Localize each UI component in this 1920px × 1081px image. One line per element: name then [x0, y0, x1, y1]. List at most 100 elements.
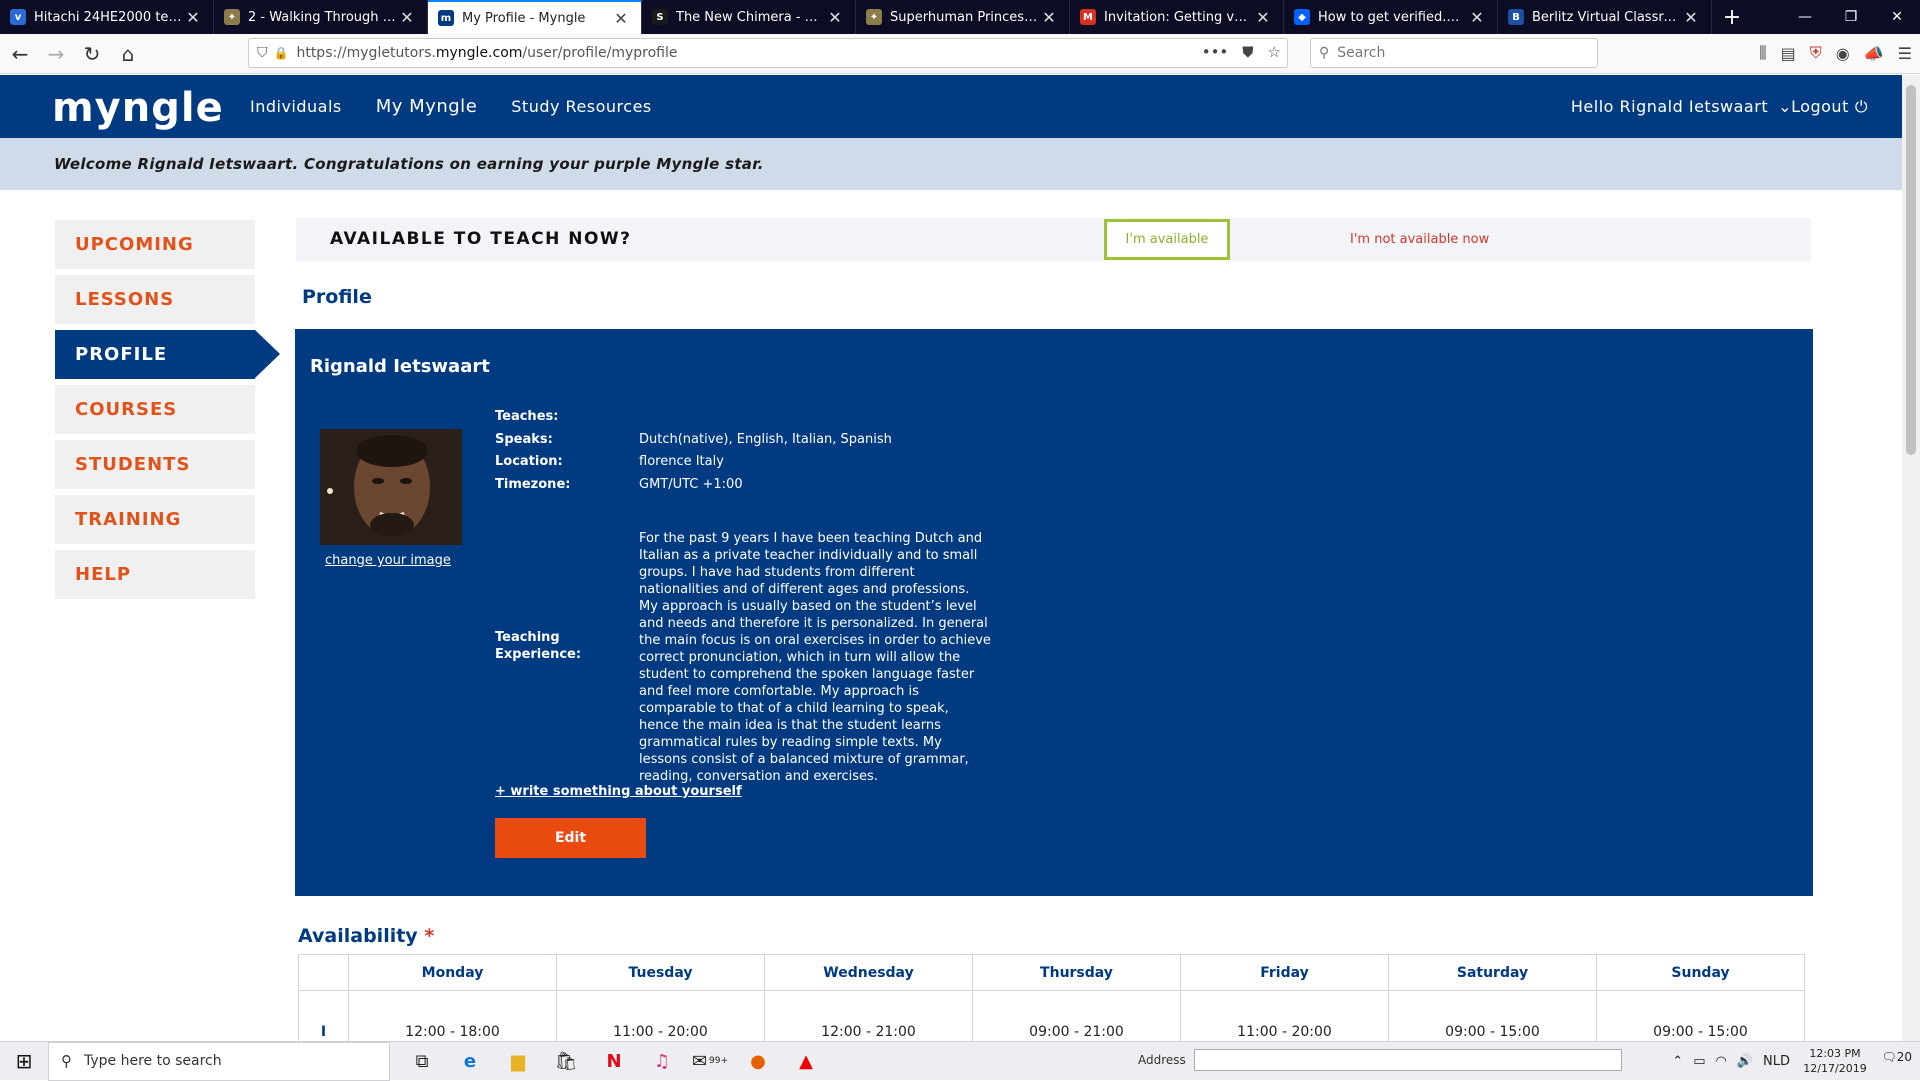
battery-icon[interactable]: ▭	[1693, 1054, 1705, 1069]
nav-individuals[interactable]: Individuals	[250, 97, 342, 116]
close-tab-icon[interactable]: ✕	[183, 8, 203, 27]
restore-icon[interactable]: ❐	[1828, 0, 1874, 34]
close-tab-icon[interactable]: ✕	[825, 8, 845, 27]
close-tab-icon[interactable]: ✕	[1039, 8, 1059, 27]
netflix-icon[interactable]: N	[594, 1042, 634, 1081]
sidebar: UPCOMING LESSONS PROFILE COURSES STUDENT…	[55, 220, 280, 605]
pocket-icon[interactable]: ⛊	[1242, 43, 1253, 61]
taskbar-search-placeholder: Type here to search	[84, 1053, 222, 1069]
chevron-up-icon[interactable]: ⌃	[1672, 1054, 1683, 1069]
sidebar-item-profile[interactable]: PROFILE	[55, 330, 280, 379]
itunes-icon[interactable]: ♫	[642, 1042, 682, 1081]
lock-icon[interactable]: 🔒	[274, 46, 289, 60]
sidebar-item-courses[interactable]: COURSES	[55, 385, 255, 434]
favicon-icon: ✦	[866, 9, 882, 25]
home-icon[interactable]: ⌂	[112, 38, 144, 70]
speaks-label: Speaks:	[495, 432, 553, 447]
close-tab-icon[interactable]: ✕	[397, 8, 417, 27]
mail-icon[interactable]: ✉ 99+	[690, 1042, 730, 1081]
minimize-icon[interactable]: —	[1782, 0, 1828, 34]
file-explorer-icon[interactable]: ▆	[498, 1042, 538, 1081]
store-icon[interactable]: 🛍	[546, 1042, 586, 1081]
firefox-icon[interactable]: ●	[738, 1042, 778, 1081]
edit-button[interactable]: Edit	[495, 818, 646, 858]
new-tab-button[interactable]: +	[1712, 0, 1752, 34]
close-window-icon[interactable]: ✕	[1874, 0, 1920, 34]
nav-study-resources[interactable]: Study Resources	[511, 97, 652, 116]
logout-link[interactable]: Logout ⏻	[1791, 75, 1868, 138]
sidebar-item-students[interactable]: STUDENTS	[55, 440, 255, 489]
favicon-icon: ✦	[224, 9, 240, 25]
sidebar-icon[interactable]: ▤	[1781, 44, 1796, 63]
browser-tab[interactable]: ◆ How to get verified.pdf ✕	[1284, 0, 1498, 34]
im-available-button[interactable]: I'm available	[1104, 219, 1230, 260]
sidebar-item-help[interactable]: HELP	[55, 550, 255, 599]
page-scrollbar[interactable]	[1902, 75, 1920, 1041]
wifi-icon[interactable]: ◠	[1715, 1054, 1726, 1069]
bookmark-star-icon[interactable]: ☆	[1268, 43, 1281, 61]
hours-cell: 09:00 - 21:00	[972, 990, 1181, 1041]
task-view-icon[interactable]: ⧉	[402, 1042, 442, 1081]
table-row: I 12:00 - 18:00 11:00 - 20:00 12:00 - 21…	[298, 990, 1805, 1041]
avatar	[320, 429, 462, 545]
hours-cell: 09:00 - 15:00	[1596, 990, 1805, 1041]
hours-cell: 12:00 - 21:00	[764, 990, 973, 1041]
browser-tab[interactable]: B Berlitz Virtual Classroom ✕	[1498, 0, 1712, 34]
favicon-icon: B	[1508, 9, 1524, 25]
close-tab-icon[interactable]: ✕	[1253, 8, 1273, 27]
browser-tab-active[interactable]: m My Profile - Myngle ✕	[428, 0, 642, 34]
browser-tab[interactable]: ✦ 2 - Walking Through The Wo ✕	[214, 0, 428, 34]
megaphone-icon[interactable]: 📣	[1864, 44, 1884, 63]
write-about-yourself-link[interactable]: + write something about yourself	[495, 784, 742, 799]
menu-icon[interactable]: ☰	[1898, 44, 1912, 63]
address-input[interactable]	[1193, 1049, 1622, 1071]
favicon-icon: m	[438, 10, 454, 26]
sidebar-item-training[interactable]: TRAINING	[55, 495, 255, 544]
myngle-logo[interactable]: myngle	[52, 85, 224, 131]
volume-icon[interactable]: 🔊	[1737, 1054, 1753, 1069]
taskbar-search[interactable]: ⚲ Type here to search	[48, 1041, 390, 1081]
not-available-button[interactable]: I'm not available now	[1350, 218, 1489, 261]
avatar-portrait-icon	[320, 429, 462, 545]
extension-icon[interactable]: ⛨	[1810, 43, 1822, 63]
favicon-icon: S	[652, 9, 668, 25]
search-placeholder: Search	[1337, 45, 1386, 61]
clock[interactable]: 12:03 PM 12/17/2019	[1800, 1046, 1870, 1076]
hours-cell: 12:00 - 18:00	[348, 990, 557, 1041]
close-tab-icon[interactable]: ✕	[1467, 8, 1487, 27]
browser-tab[interactable]: v Hitachi 24HE2000 televisore ✕	[0, 0, 214, 34]
table-header-day: Tuesday	[556, 954, 765, 991]
user-greeting: Hello Rignald Ietswaart	[1570, 97, 1769, 116]
notification-center-icon[interactable]: 🗨20	[1881, 1050, 1912, 1064]
close-tab-icon[interactable]: ✕	[1681, 8, 1701, 27]
availability-table: Monday Tuesday Wednesday Thursday Friday…	[298, 954, 1805, 1041]
change-image-link[interactable]: change your image	[325, 553, 451, 568]
account-icon[interactable]: ◉	[1836, 44, 1850, 63]
edge-icon[interactable]: e	[450, 1042, 490, 1081]
tab-title: Hitachi 24HE2000 televisore	[34, 9, 183, 25]
user-menu[interactable]: Hello Rignald Ietswaart ⌄	[1571, 75, 1792, 138]
browser-tab[interactable]: ✦ Superhuman Princess | Royal ✕	[856, 0, 1070, 34]
nav-my-myngle[interactable]: My Myngle	[376, 96, 478, 117]
windows-start-icon[interactable]: ⊞	[0, 1042, 48, 1081]
close-tab-icon[interactable]: ✕	[611, 9, 631, 28]
reload-icon[interactable]: ↻	[76, 38, 108, 70]
acrobat-icon[interactable]: ▲	[786, 1042, 826, 1081]
browser-tab[interactable]: M Invitation: Getting verified by ✕	[1070, 0, 1284, 34]
browser-search-box[interactable]: ⚲ Search	[1310, 38, 1598, 68]
shield-icon[interactable]: ⛉	[257, 45, 268, 61]
browser-toolbar-right: ⫼ ▤ ⛨ ◉ 📣 ☰	[1759, 38, 1912, 68]
scrollbar-thumb[interactable]	[1906, 85, 1916, 455]
address-toolbar: Address	[1138, 1049, 1622, 1071]
forward-arrow-icon[interactable]: →	[40, 38, 72, 70]
logout-label: Logout	[1791, 97, 1849, 116]
back-arrow-icon[interactable]: ←	[4, 38, 36, 70]
more-icon[interactable]: •••	[1202, 43, 1229, 61]
library-icon[interactable]: ⫼	[1759, 43, 1766, 63]
browser-tab[interactable]: S The New Chimera - Chapter ✕	[642, 0, 856, 34]
language-indicator[interactable]: NLD	[1763, 1054, 1790, 1069]
sidebar-item-upcoming[interactable]: UPCOMING	[55, 220, 255, 269]
teaching-experience-text: For the past 9 years I have been teachin…	[639, 531, 991, 784]
sidebar-item-lessons[interactable]: LESSONS	[55, 275, 255, 324]
url-bar[interactable]: ⛉ 🔒 https://mygletutors.myngle.com/user/…	[248, 38, 1288, 68]
